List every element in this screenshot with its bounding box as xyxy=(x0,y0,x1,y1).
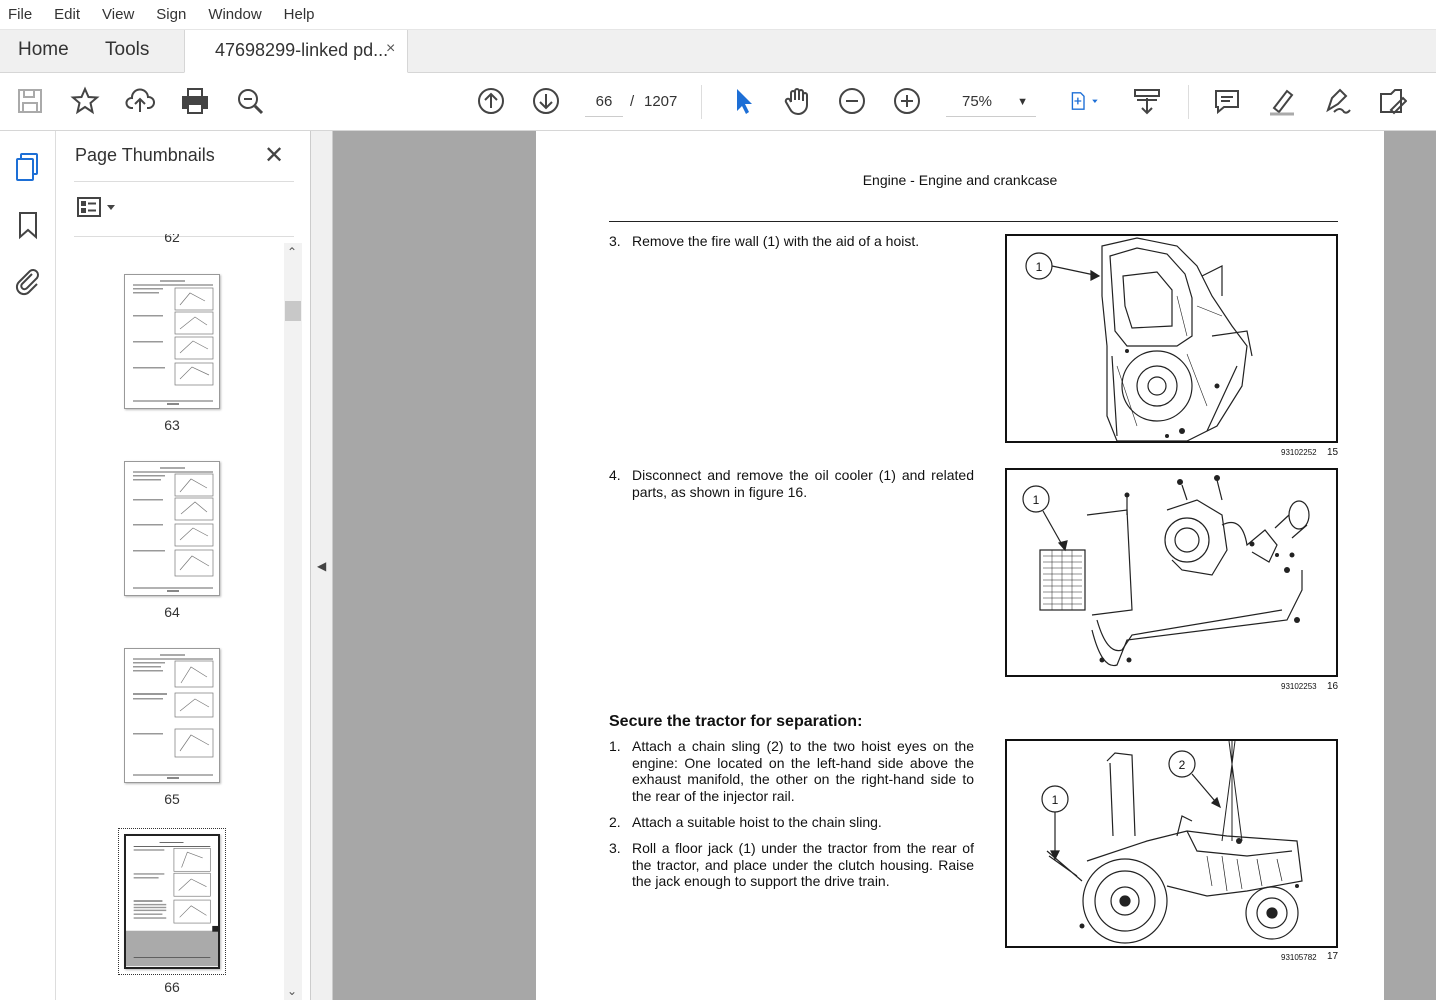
header-rule xyxy=(609,221,1338,222)
step-number: 3. xyxy=(609,233,621,249)
figure-code: 93102252 xyxy=(1281,448,1317,457)
scroll-down-icon[interactable]: ⌄ xyxy=(287,984,297,998)
thumbnail-label: 63 xyxy=(164,417,180,433)
sign-pen-icon[interactable] xyxy=(1321,85,1353,117)
pdf-page: Engine - Engine and crankcase 3. Remove … xyxy=(536,131,1384,1000)
scroll-mode-icon[interactable] xyxy=(1131,85,1163,117)
figure-callout: 1 xyxy=(1036,260,1043,274)
left-rail xyxy=(0,131,56,1000)
zoom-level-select[interactable]: 75% ▼ xyxy=(946,87,1036,117)
step-text: Roll a floor jack (1) under the tractor … xyxy=(632,840,974,889)
figure-callout: 1 xyxy=(1033,493,1040,507)
zoom-level-value: 75% xyxy=(962,93,993,110)
next-page-icon[interactable] xyxy=(530,85,562,117)
thumbnail-label: 66 xyxy=(164,979,180,995)
hand-tool-icon[interactable] xyxy=(781,85,813,117)
thumbnail-partial-label: 62 xyxy=(164,234,180,243)
thumbnail-page[interactable] xyxy=(124,648,220,783)
menu-help[interactable]: Help xyxy=(284,6,315,23)
figure-number: 15 xyxy=(1327,447,1339,458)
step-item: 1. Attach a chain sling (2) to the two h… xyxy=(609,738,974,804)
thumbnails-scrollbar[interactable]: ⌃ ⌄ xyxy=(284,243,302,1000)
toolbar-divider xyxy=(701,85,702,119)
figure-code: 93105782 xyxy=(1281,953,1317,962)
tab-document[interactable]: 47698299-linked pd... × xyxy=(184,30,408,73)
figure-callout: 1 xyxy=(1052,793,1059,807)
step-number: 4. xyxy=(609,467,621,483)
thumbnail-page-current[interactable] xyxy=(124,834,220,969)
thumbnail-label: 65 xyxy=(164,791,180,807)
comment-icon[interactable] xyxy=(1211,85,1243,117)
step-item: 4. Disconnect and remove the oil cooler … xyxy=(609,467,974,500)
step-number: 3. xyxy=(609,840,621,856)
step-item: 3. Roll a floor jack (1) under the tract… xyxy=(609,840,974,890)
tab-tools[interactable]: Tools xyxy=(105,39,149,61)
step-text: Remove the fire wall (1) with the aid of… xyxy=(632,233,920,249)
step-text: Disconnect and remove the oil cooler (1)… xyxy=(632,467,974,500)
attachments-icon[interactable] xyxy=(12,265,44,297)
figure-callout: 2 xyxy=(1179,758,1186,772)
step-text: Attach a suitable hoist to the chain sli… xyxy=(632,814,882,830)
page-header: Engine - Engine and crankcase xyxy=(862,172,1058,188)
figure-fire-wall: 1 xyxy=(1005,234,1338,443)
step-text: Attach a chain sling (2) to the two hois… xyxy=(632,738,974,804)
chevron-down-icon: ▼ xyxy=(1017,96,1028,108)
thumbnail-page[interactable] xyxy=(124,461,220,596)
cloud-upload-icon[interactable] xyxy=(124,85,156,117)
print-icon[interactable] xyxy=(179,85,211,117)
menu-sign[interactable]: Sign xyxy=(156,6,186,23)
figure-tractor: 1 2 xyxy=(1005,739,1338,948)
thumbnail-options-button[interactable] xyxy=(76,196,120,220)
menu-edit[interactable]: Edit xyxy=(54,6,80,23)
select-cursor-icon[interactable] xyxy=(727,85,759,117)
previous-page-icon[interactable] xyxy=(475,85,507,117)
highlight-pen-icon[interactable] xyxy=(1266,85,1298,117)
toolbar: 66 / 1207 75% ▼ xyxy=(0,73,1436,131)
page-total: 1207 xyxy=(644,93,678,110)
find-zoom-icon[interactable] xyxy=(234,85,266,117)
step-item: 3. Remove the fire wall (1) with the aid… xyxy=(609,233,974,250)
panel-title: Page Thumbnails xyxy=(75,145,215,165)
document-tab-title: 47698299-linked pd... xyxy=(215,40,389,60)
figure-number: 17 xyxy=(1327,951,1339,962)
tab-bar: Home Tools 47698299-linked pd... × xyxy=(0,30,1436,73)
step-number: 2. xyxy=(609,814,621,830)
figure-number: 16 xyxy=(1327,681,1339,692)
panel-collapse-handle[interactable]: ◀ xyxy=(311,131,333,1000)
more-tools-icon[interactable] xyxy=(1376,85,1408,117)
step-number: 1. xyxy=(609,738,621,754)
bookmark-star-icon[interactable] xyxy=(69,85,101,117)
menu-bar: File Edit View Sign Window Help xyxy=(0,0,1436,30)
bookmarks-icon[interactable] xyxy=(12,209,44,241)
scroll-up-icon[interactable]: ⌃ xyxy=(287,245,297,259)
fit-page-icon[interactable] xyxy=(1062,85,1106,117)
save-icon[interactable] xyxy=(14,85,46,117)
close-tab-icon[interactable]: × xyxy=(386,40,395,58)
thumbnail-label: 64 xyxy=(164,604,180,620)
close-panel-icon[interactable]: ✕ xyxy=(264,141,284,170)
section-title: Secure the tractor for separation: xyxy=(609,713,863,730)
page-separator: / xyxy=(630,93,635,110)
toolbar-divider xyxy=(1188,85,1189,119)
collapse-arrow-icon: ◀ xyxy=(317,559,327,573)
panel-divider xyxy=(74,181,294,182)
menu-file[interactable]: File xyxy=(8,6,32,23)
tab-home[interactable]: Home xyxy=(18,39,69,61)
document-viewer[interactable]: Engine - Engine and crankcase 3. Remove … xyxy=(333,131,1436,1000)
page-number-input[interactable]: 66 xyxy=(585,87,623,117)
thumbnails-panel: Page Thumbnails ✕ 62 63 64 65 66 ⌃ ⌄ xyxy=(56,131,311,1000)
page-thumbnails-icon[interactable] xyxy=(12,151,44,183)
menu-window[interactable]: Window xyxy=(208,6,261,23)
step-item: 2. Attach a suitable hoist to the chain … xyxy=(609,814,974,831)
zoom-out-icon[interactable] xyxy=(836,85,868,117)
menu-view[interactable]: View xyxy=(102,6,134,23)
thumbnail-page[interactable] xyxy=(124,274,220,409)
figure-code: 93102253 xyxy=(1281,682,1317,691)
figure-oil-cooler: 1 xyxy=(1005,468,1338,677)
zoom-in-icon[interactable] xyxy=(891,85,923,117)
scrollbar-thumb[interactable] xyxy=(285,301,301,321)
